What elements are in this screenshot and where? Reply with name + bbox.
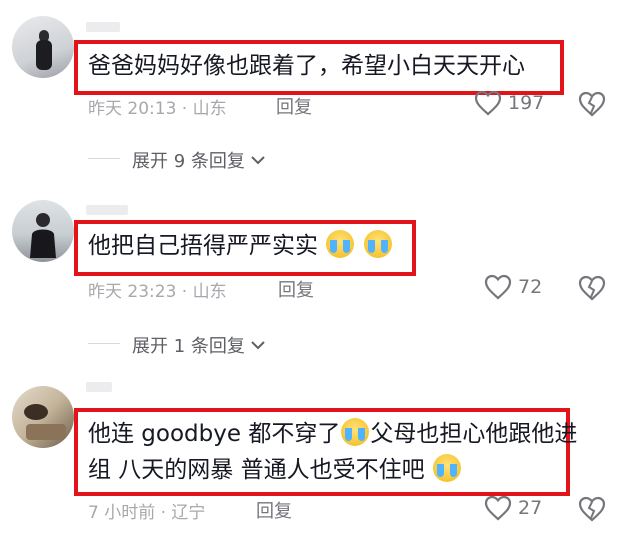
heart-icon [484, 495, 512, 521]
expand-replies-button[interactable]: 展开 1 条回复 [132, 332, 265, 358]
expand-divider [88, 158, 120, 159]
avatar[interactable] [12, 200, 74, 262]
comment-text-line1b: 父母也担心他跟他进 [370, 421, 578, 447]
expand-replies-label: 展开 1 条回复 [132, 336, 245, 357]
avatar-figure [24, 404, 66, 440]
like-count: 27 [518, 497, 543, 519]
comment-text-line1: 他连 goodbye 都不穿了 [88, 421, 341, 447]
username-placeholder [86, 382, 112, 392]
comment-meta: 7 小时前 · 辽宁 [88, 503, 206, 523]
reply-button[interactable]: 回复 [276, 93, 312, 119]
username-placeholder [86, 22, 120, 32]
comment-text-highlight: 他把自己捂得严严实实 [74, 220, 416, 276]
avatar[interactable] [12, 386, 74, 448]
comment-meta: 昨天 20:13 · 山东 [88, 99, 227, 119]
like-button[interactable]: 27 [484, 495, 542, 521]
comment-meta: 昨天 23:23 · 山东 [88, 282, 227, 302]
expand-divider [88, 343, 120, 344]
chevron-down-icon [251, 156, 265, 165]
heart-icon [474, 90, 502, 116]
crying-face-emoji [432, 454, 461, 482]
crying-face-emoji [341, 418, 370, 446]
like-button[interactable]: 72 [484, 274, 542, 300]
comment-text: 爸爸妈妈好像也跟着了，希望小白天天开心 [88, 53, 525, 79]
comment-text-line2: 组 八天的网暴 普通人也受不住吧 [88, 457, 425, 483]
broken-heart-icon[interactable] [578, 275, 606, 301]
avatar[interactable] [12, 16, 74, 78]
broken-heart-icon[interactable] [578, 496, 606, 522]
reply-button[interactable]: 回复 [256, 497, 292, 523]
like-button[interactable]: 197 [474, 90, 544, 116]
crying-face-emoji [326, 230, 355, 258]
like-count: 197 [508, 92, 545, 114]
expand-replies-button[interactable]: 展开 9 条回复 [132, 147, 265, 173]
comment-text-highlight: 爸爸妈妈好像也跟着了，希望小白天天开心 [74, 40, 564, 95]
heart-icon [484, 274, 512, 300]
broken-heart-icon[interactable] [578, 91, 606, 117]
expand-replies-label: 展开 9 条回复 [132, 151, 245, 172]
reply-button[interactable]: 回复 [278, 276, 314, 302]
chevron-down-icon [251, 341, 265, 350]
username-placeholder [86, 205, 128, 215]
crying-face-emoji [363, 230, 392, 258]
like-count: 72 [518, 276, 543, 298]
avatar-figure [30, 213, 56, 258]
avatar-figure [36, 30, 52, 70]
comment-text: 他把自己捂得严严实实 [88, 233, 318, 259]
comment-text-highlight: 他连 goodbye 都不穿了 父母也担心他跟他进 组 八天的网暴 普通人也受不住… [74, 408, 577, 496]
